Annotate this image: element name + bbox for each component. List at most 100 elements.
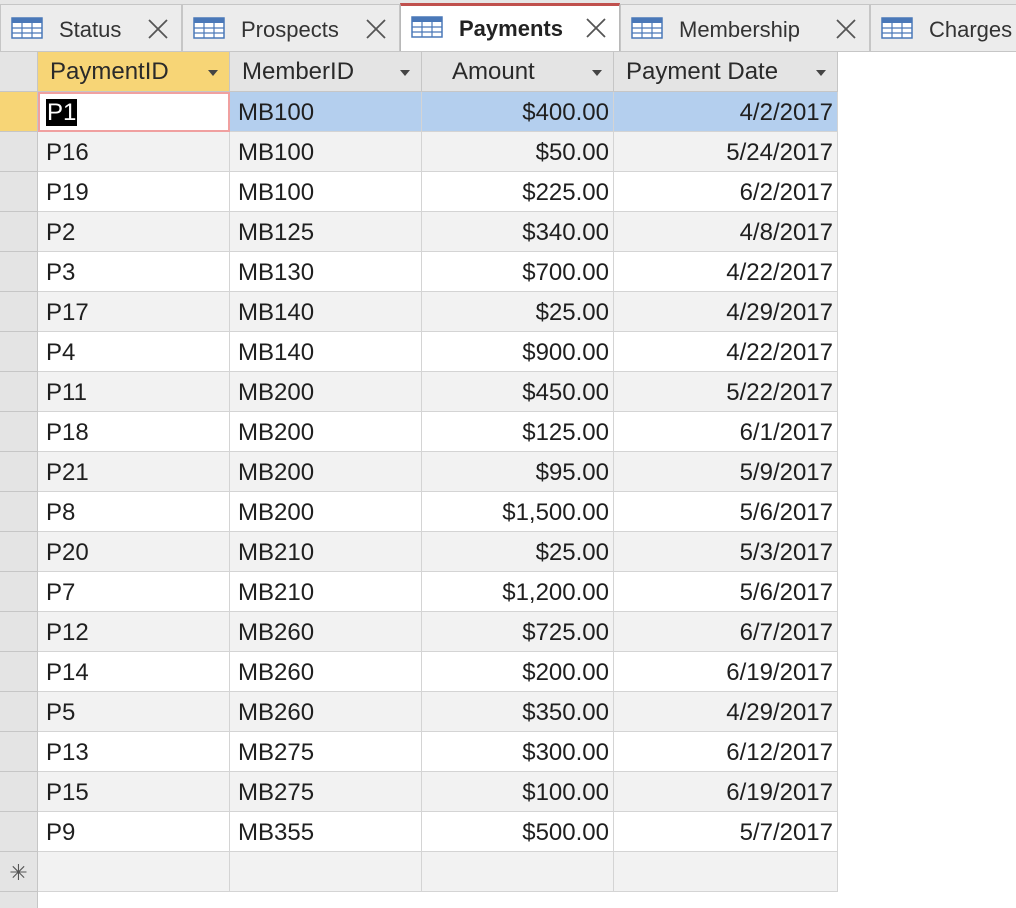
record-selector[interactable] [0,92,38,132]
record-selector[interactable] [0,252,38,292]
cell-paymentid[interactable]: P17 [38,292,230,332]
record-selector[interactable] [0,452,38,492]
record-selector[interactable] [0,292,38,332]
cell-amount[interactable]: $500.00 [422,812,614,852]
cell-paymentid[interactable]: P5 [38,692,230,732]
new-record-cell[interactable] [422,852,614,892]
cell-date[interactable]: 6/19/2017 [614,772,838,812]
cell-paymentid[interactable]: P2 [38,212,230,252]
record-selector[interactable] [0,132,38,172]
cell-memberid[interactable]: MB210 [230,532,422,572]
record-selector[interactable] [0,652,38,692]
cell-amount[interactable]: $50.00 [422,132,614,172]
cell-amount[interactable]: $225.00 [422,172,614,212]
cell-memberid[interactable]: MB260 [230,692,422,732]
cell-paymentid[interactable]: P12 [38,612,230,652]
cell-date[interactable]: 5/6/2017 [614,492,838,532]
close-tab-icon[interactable] [365,18,387,40]
cell-paymentid[interactable]: P16 [38,132,230,172]
new-record-marker-icon[interactable]: ✳ [0,852,38,892]
close-tab-icon[interactable] [585,17,607,39]
cell-amount[interactable]: $400.00 [422,92,614,132]
cell-memberid[interactable]: MB275 [230,732,422,772]
cell-paymentid[interactable]: P14 [38,652,230,692]
record-selector[interactable] [0,532,38,572]
cell-paymentid[interactable]: P1 [38,92,230,132]
cell-memberid[interactable]: MB260 [230,612,422,652]
cell-paymentid[interactable]: P4 [38,332,230,372]
dropdown-arrow-icon[interactable] [815,69,827,77]
cell-memberid[interactable]: MB200 [230,452,422,492]
cell-memberid[interactable]: MB275 [230,772,422,812]
cell-memberid[interactable]: MB210 [230,572,422,612]
cell-amount[interactable]: $95.00 [422,452,614,492]
cell-memberid[interactable]: MB100 [230,132,422,172]
cell-date[interactable]: 6/7/2017 [614,612,838,652]
tab-status[interactable]: Status [0,4,182,51]
cell-memberid[interactable]: MB125 [230,212,422,252]
new-record-cell[interactable] [614,852,838,892]
cell-paymentid[interactable]: P21 [38,452,230,492]
cell-paymentid[interactable]: P7 [38,572,230,612]
column-header-memberid[interactable]: MemberID [230,52,422,92]
record-selector[interactable] [0,572,38,612]
cell-amount[interactable]: $900.00 [422,332,614,372]
dropdown-arrow-icon[interactable] [591,69,603,77]
column-header-payment-date[interactable]: Payment Date [614,52,838,92]
cell-paymentid[interactable]: P13 [38,732,230,772]
record-selector[interactable] [0,812,38,852]
new-record-cell[interactable] [38,852,230,892]
cell-memberid[interactable]: MB355 [230,812,422,852]
tab-payments[interactable]: Payments [400,3,620,51]
record-selector[interactable] [0,732,38,772]
record-selector[interactable] [0,332,38,372]
cell-amount[interactable]: $340.00 [422,212,614,252]
cell-paymentid[interactable]: P15 [38,772,230,812]
cell-date[interactable]: 6/1/2017 [614,412,838,452]
cell-amount[interactable]: $25.00 [422,292,614,332]
cell-amount[interactable]: $1,200.00 [422,572,614,612]
cell-memberid[interactable]: MB200 [230,412,422,452]
cell-date[interactable]: 4/29/2017 [614,292,838,332]
cell-amount[interactable]: $725.00 [422,612,614,652]
new-record-cell[interactable] [230,852,422,892]
select-all-corner[interactable] [0,52,38,92]
record-selector[interactable] [0,692,38,732]
record-selector[interactable] [0,612,38,652]
cell-date[interactable]: 6/2/2017 [614,172,838,212]
tab-prospects[interactable]: Prospects [182,4,400,51]
record-selector[interactable] [0,772,38,812]
cell-memberid[interactable]: MB100 [230,92,422,132]
cell-date[interactable]: 4/2/2017 [614,92,838,132]
tab-charges[interactable]: Charges [870,4,1016,51]
cell-memberid[interactable]: MB100 [230,172,422,212]
cell-paymentid[interactable]: P19 [38,172,230,212]
column-header-amount[interactable]: Amount [422,52,614,92]
cell-amount[interactable]: $125.00 [422,412,614,452]
cell-memberid[interactable]: MB200 [230,372,422,412]
cell-amount[interactable]: $25.00 [422,532,614,572]
cell-memberid[interactable]: MB200 [230,492,422,532]
cell-date[interactable]: 4/29/2017 [614,692,838,732]
cell-date[interactable]: 5/9/2017 [614,452,838,492]
record-selector[interactable] [0,412,38,452]
record-selector[interactable] [0,172,38,212]
cell-date[interactable]: 6/19/2017 [614,652,838,692]
dropdown-arrow-icon[interactable] [399,69,411,77]
cell-date[interactable]: 5/6/2017 [614,572,838,612]
cell-date[interactable]: 5/24/2017 [614,132,838,172]
cell-memberid[interactable]: MB140 [230,292,422,332]
cell-amount[interactable]: $300.00 [422,732,614,772]
cell-date[interactable]: 4/22/2017 [614,252,838,292]
cell-paymentid[interactable]: P18 [38,412,230,452]
dropdown-arrow-icon[interactable] [207,69,219,77]
cell-paymentid[interactable]: P9 [38,812,230,852]
cell-date[interactable]: 4/8/2017 [614,212,838,252]
cell-amount[interactable]: $1,500.00 [422,492,614,532]
cell-paymentid[interactable]: P20 [38,532,230,572]
cell-memberid[interactable]: MB140 [230,332,422,372]
record-selector[interactable] [0,372,38,412]
cell-amount[interactable]: $450.00 [422,372,614,412]
cell-date[interactable]: 5/3/2017 [614,532,838,572]
cell-date[interactable]: 5/7/2017 [614,812,838,852]
